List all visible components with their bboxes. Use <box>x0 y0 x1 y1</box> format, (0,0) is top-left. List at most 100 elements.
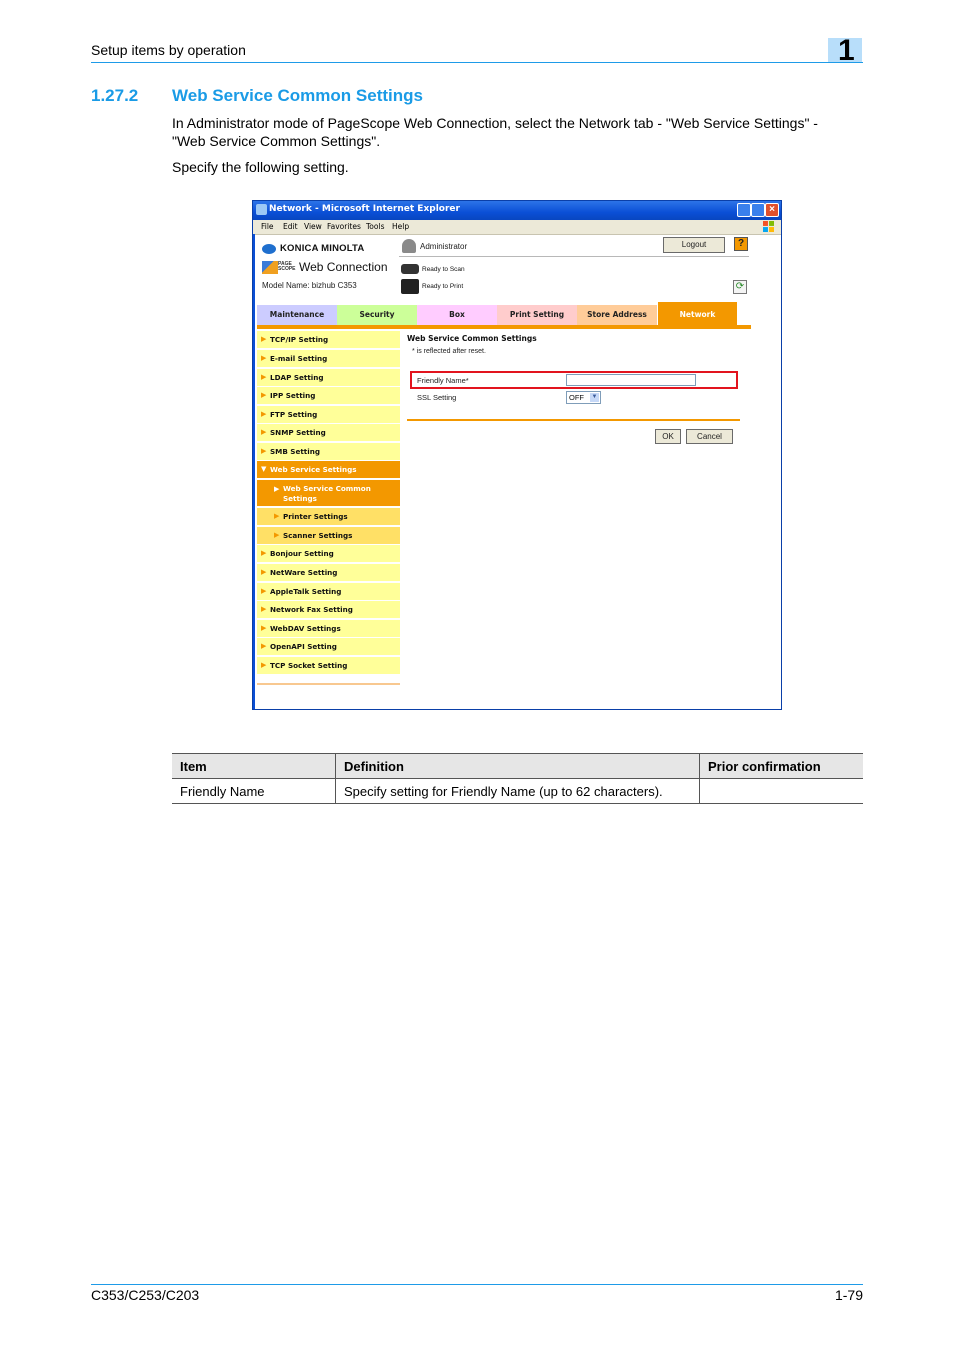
sidebar-item-ipp[interactable]: ▶ IPP Setting <box>257 387 400 405</box>
chevron-down-icon: ▼ <box>590 393 599 402</box>
tab-security[interactable]: Security <box>337 305 417 325</box>
arrow-right-icon: ▶ <box>261 373 267 381</box>
sidebar-item-network-fax[interactable]: ▶ Network Fax Setting <box>257 601 400 619</box>
arrow-right-icon: ▶ <box>274 485 280 493</box>
arrow-down-icon: ▼ <box>261 465 267 473</box>
arrow-right-icon: ▶ <box>274 512 280 520</box>
sidebar-item-webdav[interactable]: ▶ WebDAV Settings <box>257 620 400 638</box>
window-title: Network - Microsoft Internet Explorer <box>269 204 460 214</box>
sidebar-item-web-service-settings[interactable]: ▼ Web Service Settings <box>257 461 400 479</box>
friendly-name-input[interactable] <box>566 374 696 386</box>
settings-table: Item Definition Prior confirmation Frien… <box>172 753 863 804</box>
sidebar-item-ftp[interactable]: ▶ FTP Setting <box>257 406 400 424</box>
sidebar-item-openapi[interactable]: ▶ OpenAPI Setting <box>257 638 400 656</box>
sidebar-item-tcp-socket[interactable]: ▶ TCP Socket Setting <box>257 657 400 675</box>
arrow-right-icon: ▶ <box>261 410 267 418</box>
sidebar-item-printer-settings[interactable]: ▶ Printer Settings <box>257 508 400 526</box>
konica-minolta-logo-icon <box>262 244 276 254</box>
arrow-right-icon: ▶ <box>261 568 267 576</box>
sidebar-item-netware[interactable]: ▶ NetWare Setting <box>257 564 400 582</box>
arrow-right-icon: ▶ <box>261 549 267 557</box>
refresh-icon[interactable]: ⟳ <box>733 280 747 294</box>
reset-note: * is reflected after reset. <box>412 348 486 355</box>
pagescope-logo-icon <box>262 261 278 274</box>
sidebar-item-web-service-common-settings[interactable]: ▶ Web Service Common Settings <box>257 480 400 507</box>
instruction-text: Specify the following setting. <box>172 159 349 175</box>
footer-model: C353/C253/C203 <box>91 1287 200 1303</box>
model-name: Model Name: bizhub C353 <box>262 281 357 290</box>
close-icon[interactable]: × <box>765 203 779 217</box>
menu-favorites[interactable]: Favorites <box>327 222 361 231</box>
sidebar-item-email[interactable]: ▶ E-mail Setting <box>257 350 400 368</box>
administrator-icon <box>402 239 416 253</box>
page-number: 1-79 <box>834 1287 863 1303</box>
tab-underline <box>257 325 751 329</box>
sidebar-item-snmp[interactable]: ▶ SNMP Setting <box>257 424 400 442</box>
cell-definition: Specify setting for Friendly Name (up to… <box>335 778 700 804</box>
brand-name: KONICA MINOLTA <box>280 243 365 254</box>
ssl-setting-select[interactable]: OFF ▼ <box>566 391 601 404</box>
tab-network[interactable]: Network <box>658 302 737 325</box>
user-mode: Administrator <box>420 242 468 251</box>
arrow-right-icon: ▶ <box>261 391 267 399</box>
tab-print-setting[interactable]: Print Setting <box>497 305 577 325</box>
pagescope-small-text: PAGE SCOPE <box>278 261 296 272</box>
arrow-right-icon: ▶ <box>261 428 267 436</box>
scan-status: Ready to Scan <box>422 266 465 273</box>
ie-icon <box>256 204 267 215</box>
sidebar-item-smb[interactable]: ▶ SMB Setting <box>257 443 400 461</box>
intro-line-2: "Web Service Common Settings". <box>172 133 381 149</box>
sidebar-item-bonjour[interactable]: ▶ Bonjour Setting <box>257 545 400 563</box>
arrow-right-icon: ▶ <box>274 531 280 539</box>
cancel-button[interactable]: Cancel <box>686 429 733 444</box>
arrow-right-icon: ▶ <box>261 605 267 613</box>
sidebar-item-ldap[interactable]: ▶ LDAP Setting <box>257 369 400 387</box>
product-name: Web Connection <box>299 260 388 274</box>
window-border <box>253 234 255 709</box>
menu-help[interactable]: Help <box>392 222 409 231</box>
column-header-definition: Definition <box>335 753 700 779</box>
tab-box[interactable]: Box <box>417 305 497 325</box>
arrow-right-icon: ▶ <box>261 661 267 669</box>
windows-logo-icon <box>763 221 774 232</box>
arrow-right-icon: ▶ <box>261 587 267 595</box>
section-title: Web Service Common Settings <box>172 86 423 105</box>
tab-store-address[interactable]: Store Address <box>577 305 657 325</box>
table-row: Friendly Name Specify setting for Friend… <box>172 778 863 804</box>
arrow-right-icon: ▶ <box>261 335 267 343</box>
arrow-right-icon: ▶ <box>261 447 267 455</box>
footer-rule <box>91 1284 863 1285</box>
maximize-icon[interactable] <box>751 203 765 217</box>
menu-file[interactable]: File <box>261 222 274 231</box>
print-status: Ready to Print <box>422 283 464 290</box>
minimize-icon[interactable] <box>737 203 751 217</box>
sidebar-end-rule <box>257 683 400 685</box>
column-header-prior-confirmation: Prior confirmation <box>699 753 863 779</box>
friendly-name-label: Friendly Name* <box>417 376 469 385</box>
menu-edit[interactable]: Edit <box>283 222 298 231</box>
title-bar: Network - Microsoft Internet Explorer × <box>253 201 781 220</box>
ssl-setting-label: SSL Setting <box>417 393 457 402</box>
ok-button[interactable]: OK <box>655 429 681 444</box>
cell-prior-confirmation <box>699 778 863 804</box>
sidebar-item-appletalk[interactable]: ▶ AppleTalk Setting <box>257 583 400 601</box>
scanner-icon <box>401 264 419 274</box>
logout-button[interactable]: Logout <box>663 237 725 253</box>
arrow-right-icon: ▶ <box>261 624 267 632</box>
sidebar-item-scanner-settings[interactable]: ▶ Scanner Settings <box>257 527 400 545</box>
running-header: Setup items by operation <box>91 42 246 58</box>
cell-item: Friendly Name <box>172 778 336 804</box>
arrow-right-icon: ▶ <box>261 354 267 362</box>
browser-window-screenshot: Network - Microsoft Internet Explorer × … <box>252 200 782 710</box>
menu-bar: File Edit View Favorites Tools Help <box>253 220 781 235</box>
printer-icon <box>401 279 419 294</box>
sidebar-item-tcpip[interactable]: ▶ TCP/IP Setting <box>257 331 400 349</box>
help-icon[interactable]: ? <box>734 237 748 251</box>
user-divider <box>399 256 749 257</box>
tab-maintenance[interactable]: Maintenance <box>257 305 337 325</box>
arrow-right-icon: ▶ <box>261 642 267 650</box>
menu-view[interactable]: View <box>304 222 322 231</box>
section-number: 1.27.2 <box>91 86 139 105</box>
ssl-setting-value: OFF <box>569 393 584 402</box>
menu-tools[interactable]: Tools <box>366 222 384 231</box>
